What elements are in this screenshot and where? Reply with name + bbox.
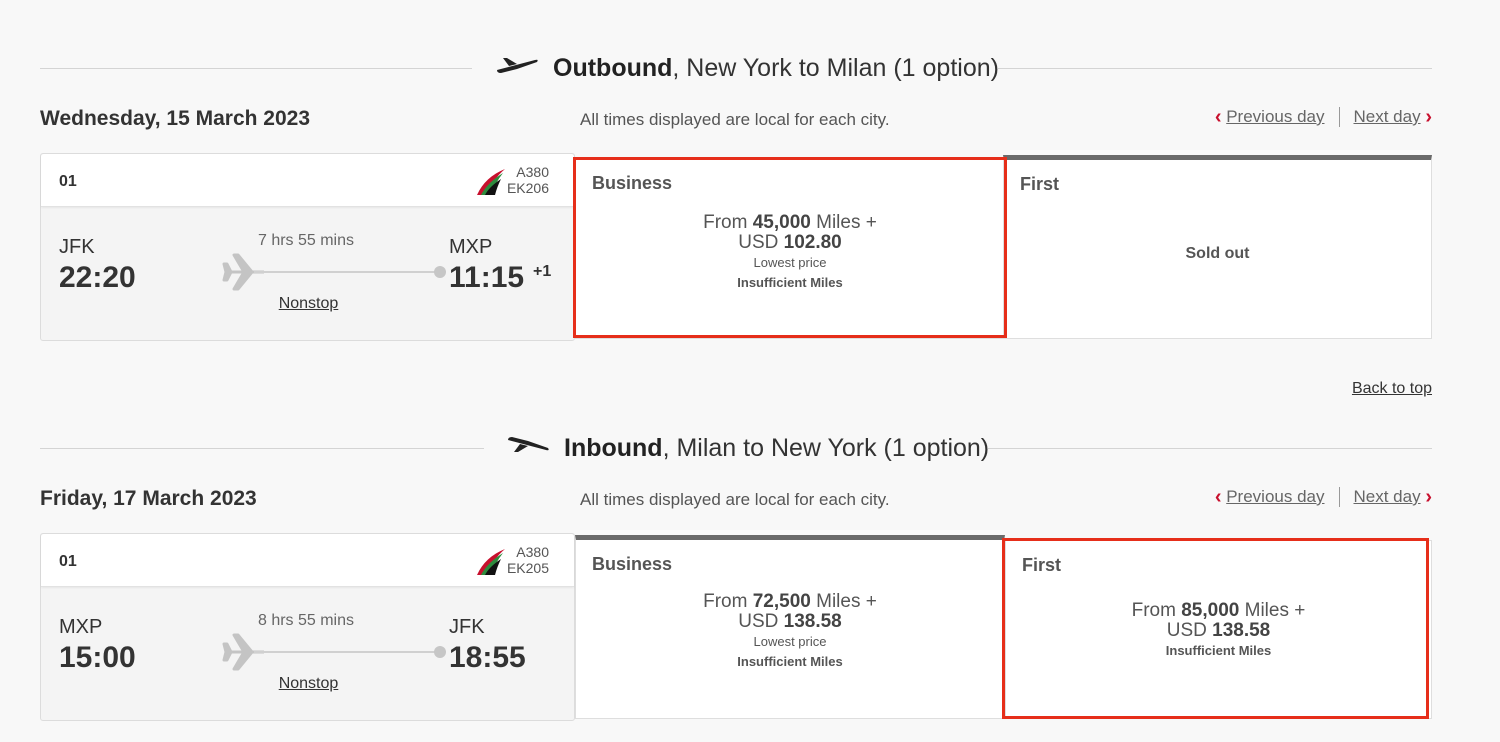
origin-code: JFK [59, 236, 95, 258]
fare-price: From 45,000 Miles + USD 102.80 Lowest pr… [576, 213, 1004, 293]
flight-card-header: 01 A380 EK205 [41, 534, 574, 587]
miles-amount: 45,000 [752, 212, 811, 233]
divider [998, 68, 1432, 69]
departure-time: 22:20 [59, 261, 136, 294]
cash-amount: 138.58 [783, 611, 842, 632]
insufficient-miles-label: Insufficient Miles [1165, 643, 1272, 658]
arrival-time: 11:15 [449, 261, 525, 294]
emirates-logo-icon [475, 547, 507, 582]
miles-suffix: Miles + [1239, 600, 1306, 621]
divider [988, 448, 1432, 449]
flight-option-number: 01 [59, 553, 77, 570]
back-to-top-link[interactable]: Back to top [1352, 380, 1432, 398]
lowest-price-label: Lowest price [753, 255, 827, 270]
inbound-route: , Milan to New York (1 option) [662, 433, 990, 462]
flight-track [222, 253, 446, 291]
fare-price: From 85,000 Miles + USD 138.58 Insuffici… [1006, 601, 1431, 661]
day-offset: +1 [533, 263, 552, 280]
chevron-left-icon[interactable]: ‹ [1215, 487, 1222, 507]
divider [1338, 107, 1340, 127]
nonstop-link[interactable]: Nonstop [266, 675, 351, 693]
flight-option-number: 01 [59, 173, 77, 190]
sold-out-label: Sold out [1185, 245, 1250, 262]
divider [1338, 487, 1340, 507]
inbound-title: Inbound, Milan to New York (1 option) [506, 428, 989, 468]
divider [40, 68, 472, 69]
fare-class-label: First [1020, 174, 1060, 194]
outbound-first-fare[interactable]: First Sold out [1003, 155, 1432, 339]
arriving-plane-icon [506, 434, 550, 463]
fare-class-label: First [1022, 555, 1062, 575]
flight-duration: 8 hrs 55 mins [257, 612, 355, 629]
outbound-date: Wednesday, 15 March 2023 [40, 107, 311, 130]
fare-price: From 72,500 Miles + USD 138.58 Lowest pr… [576, 592, 1004, 672]
destination-dot [434, 646, 446, 658]
previous-day-link[interactable]: Previous day [1226, 487, 1324, 507]
outbound-route: , New York to Milan (1 option) [672, 53, 999, 82]
cash-amount: 138.58 [1212, 620, 1271, 641]
next-day-link[interactable]: Next day [1354, 107, 1421, 127]
previous-day-link[interactable]: Previous day [1226, 107, 1324, 127]
fare-class-label: Business [592, 554, 673, 574]
flight-track [222, 633, 446, 671]
aircraft-info: A380 EK206 [507, 164, 549, 196]
track-line [254, 651, 438, 653]
inbound-flight-card[interactable]: 01 A380 EK205 MXP 15:00 8 hrs 55 mins No… [40, 533, 575, 721]
day-navigation: ‹ Previous day Next day › [1215, 107, 1432, 127]
inbound-label: Inbound [564, 433, 663, 462]
divider [40, 448, 484, 449]
currency: USD [738, 611, 784, 632]
flight-duration: 7 hrs 55 mins [257, 232, 355, 249]
miles-amount: 72,500 [752, 591, 811, 612]
from-prefix: From [1131, 600, 1182, 621]
flight-card-header: 01 A380 EK206 [41, 154, 574, 207]
from-prefix: From [703, 212, 753, 233]
destination-dot [434, 266, 446, 278]
next-day-link[interactable]: Next day [1354, 487, 1421, 507]
insufficient-miles-label: Insufficient Miles [737, 275, 843, 290]
nonstop-link[interactable]: Nonstop [266, 295, 351, 313]
destination-code: JFK [449, 616, 485, 638]
local-times-note: All times displayed are local for each c… [580, 490, 890, 509]
inbound-business-fare[interactable]: Business From 72,500 Miles + USD 138.58 … [575, 535, 1005, 719]
miles-amount: 85,000 [1181, 600, 1240, 621]
origin-code: MXP [59, 616, 103, 638]
track-line [254, 271, 438, 273]
destination-code: MXP [449, 236, 493, 258]
aircraft-info: A380 EK205 [507, 544, 549, 576]
chevron-left-icon[interactable]: ‹ [1215, 107, 1222, 127]
lowest-price-label: Lowest price [753, 634, 827, 649]
aircraft-type: A380 [516, 544, 549, 560]
insufficient-miles-label: Insufficient Miles [737, 654, 843, 669]
outbound-section-header: Outbound, New York to Milan (1 option) [40, 48, 1432, 88]
chevron-right-icon[interactable]: › [1425, 107, 1432, 127]
chevron-right-icon[interactable]: › [1425, 487, 1432, 507]
day-navigation: ‹ Previous day Next day › [1215, 487, 1432, 507]
departing-plane-icon [495, 54, 539, 83]
airplane-icon [222, 631, 268, 678]
miles-suffix: Miles + [810, 591, 877, 612]
flight-number: EK206 [506, 180, 549, 196]
miles-suffix: Miles + [810, 212, 877, 233]
inbound-first-fare[interactable]: First From 85,000 Miles + USD 138.58 Ins… [1005, 540, 1432, 719]
airplane-icon [222, 251, 268, 298]
currency: USD [738, 232, 784, 253]
outbound-flight-card[interactable]: 01 A380 EK206 JFK 22:20 7 hrs 55 mins No… [40, 153, 575, 341]
from-prefix: From [703, 591, 753, 612]
aircraft-type: A380 [516, 164, 549, 180]
emirates-logo-icon [475, 167, 507, 202]
cash-amount: 102.80 [783, 232, 842, 253]
currency: USD [1166, 620, 1213, 641]
fare-class-label: Business [592, 173, 673, 193]
local-times-note: All times displayed are local for each c… [580, 110, 890, 129]
inbound-date: Friday, 17 March 2023 [40, 487, 257, 510]
outbound-label: Outbound [553, 53, 673, 82]
inbound-section-header: Inbound, Milan to New York (1 option) [40, 428, 1432, 468]
flight-number: EK205 [506, 560, 549, 576]
outbound-business-fare[interactable]: Business From 45,000 Miles + USD 102.80 … [575, 158, 1005, 339]
departure-time: 15:00 [59, 641, 136, 674]
outbound-title: Outbound, New York to Milan (1 option) [495, 48, 999, 88]
arrival-time: 18:55 [449, 641, 526, 674]
